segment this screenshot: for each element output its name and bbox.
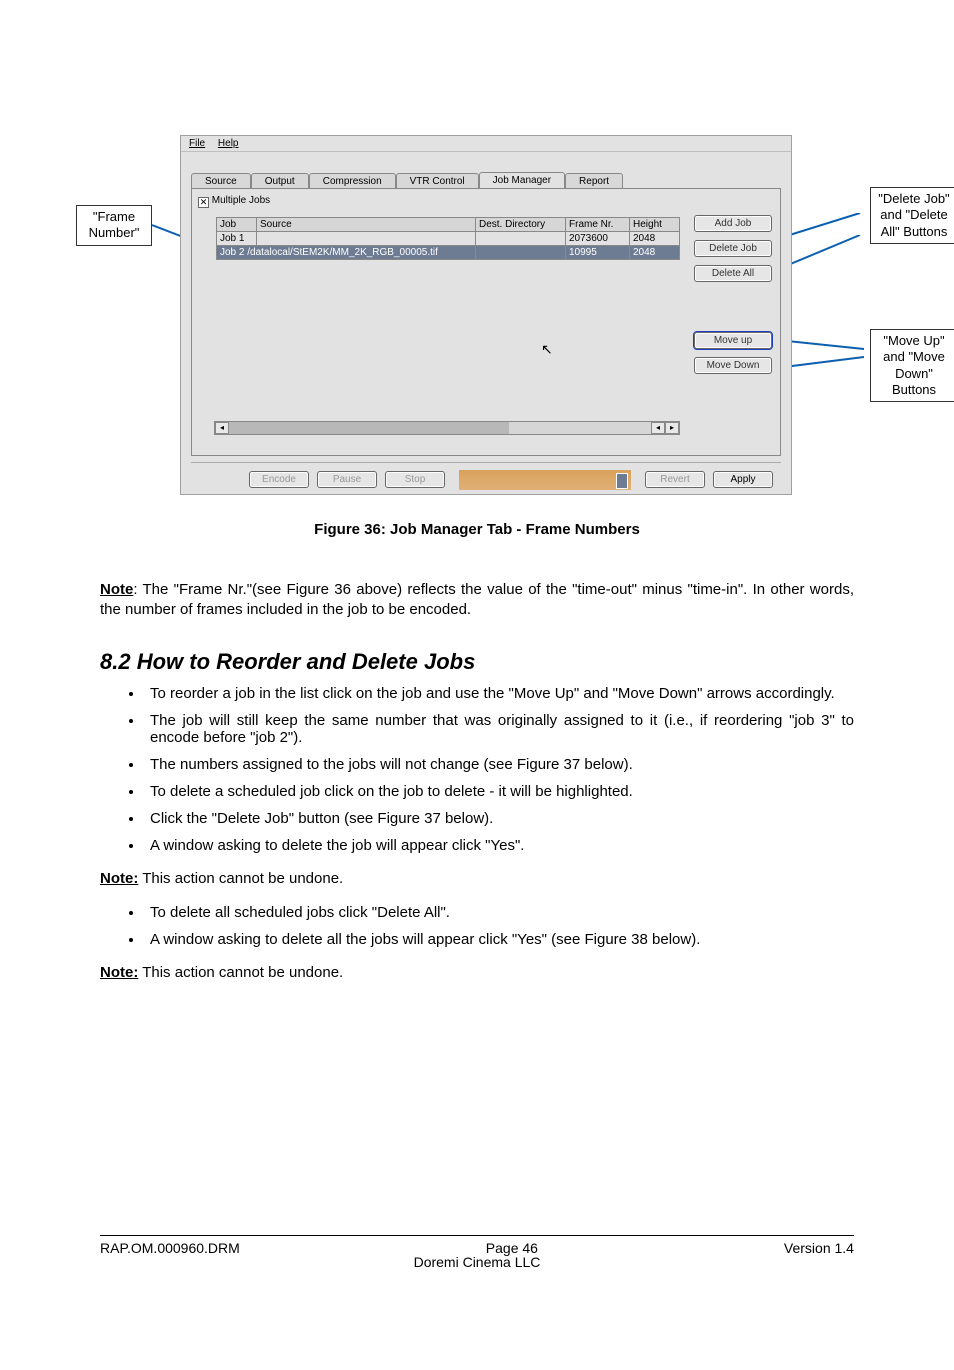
note-label: Note: <box>100 964 138 981</box>
delete-job-button[interactable]: Delete Job <box>694 240 772 257</box>
cell-frame: 10995 <box>566 246 630 260</box>
tab-bar: Source Output Compression VTR Control Jo… <box>191 172 785 189</box>
note-text: This action cannot be undone. <box>138 870 343 887</box>
table-header-row: Job Source Dest. Directory Frame Nr. Hei… <box>217 218 680 232</box>
job-table[interactable]: Job Source Dest. Directory Frame Nr. Hei… <box>216 217 680 260</box>
col-source[interactable]: Source <box>257 218 476 232</box>
table-row[interactable]: Job 2 /datalocal/StEM2K/MM_2K_RGB_00005.… <box>217 246 680 260</box>
section-heading: 8.2 How to Reorder and Delete Jobs <box>100 649 854 675</box>
scroll-right-icon[interactable]: ▸ <box>665 422 679 434</box>
move-down-button[interactable]: Move Down <box>694 357 772 374</box>
bullet-list-2: To delete all scheduled jobs click "Dele… <box>144 904 854 948</box>
col-dest[interactable]: Dest. Directory <box>476 218 566 232</box>
note-label: Note: <box>100 870 138 887</box>
menu-file[interactable]: File <box>189 138 205 149</box>
cell-dest <box>476 246 566 260</box>
bottom-bar: Encode Pause Stop Revert Apply <box>191 462 781 490</box>
col-frame-nr[interactable]: Frame Nr. <box>566 218 630 232</box>
callout-frame-number: "Frame Number" <box>76 205 152 246</box>
job-table-wrap: Job Source Dest. Directory Frame Nr. Hei… <box>216 217 680 427</box>
callout-delete-buttons: "Delete Job" and "Delete All" Buttons <box>870 187 954 244</box>
footer-company: Doremi Cinema LLC <box>100 1254 854 1270</box>
note-label: Note <box>100 581 133 598</box>
delete-all-button[interactable]: Delete All <box>694 265 772 282</box>
cell-source <box>257 232 476 246</box>
note-text: : The "Frame Nr."(see Figure 36 above) r… <box>100 581 854 618</box>
app-window: File Help Source Output Compression VTR … <box>180 135 792 495</box>
table-row[interactable]: Job 1 2073600 2048 <box>217 232 680 246</box>
note-paragraph-1: Note: The "Frame Nr."(see Figure 36 abov… <box>100 580 854 621</box>
col-job[interactable]: Job <box>217 218 257 232</box>
menu-help[interactable]: Help <box>218 138 239 149</box>
list-item: Click the "Delete Job" button (see Figur… <box>144 810 854 827</box>
cell-job: Job 2 <box>220 247 244 258</box>
figure-36: "Frame Number" "Delete Job" and "Delete … <box>100 135 854 505</box>
cell-dest <box>476 232 566 246</box>
list-item: To reorder a job in the list click on th… <box>144 685 854 702</box>
footer-doc-id: RAP.OM.000960.DRM <box>100 1240 240 1256</box>
revert-button[interactable]: Revert <box>645 471 705 488</box>
footer-version: Version 1.4 <box>784 1240 854 1256</box>
move-up-button[interactable]: Move up <box>694 332 772 349</box>
job-manager-panel: ✕ Multiple Jobs Job Source Dest. Directo… <box>191 188 781 456</box>
stop-button[interactable]: Stop <box>385 471 445 488</box>
cell-frame: 2073600 <box>566 232 630 246</box>
callout-move-buttons: "Move Up" and "Move Down" Buttons <box>870 329 954 402</box>
encode-button[interactable]: Encode <box>249 471 309 488</box>
list-item: To delete all scheduled jobs click "Dele… <box>144 904 854 921</box>
horizontal-scrollbar[interactable]: ◂ ◂ ▸ <box>214 421 680 435</box>
cell-source: /datalocal/StEM2K/MM_2K_RGB_00005.tif <box>247 247 438 258</box>
page-footer: RAP.OM.000960.DRM Page 46 Version 1.4 Do… <box>100 1235 854 1270</box>
list-item: A window asking to delete all the jobs w… <box>144 931 854 948</box>
note-paragraph-2: Note: This action cannot be undone. <box>100 869 854 889</box>
scroll-left2-icon[interactable]: ◂ <box>651 422 665 434</box>
note-paragraph-3: Note: This action cannot be undone. <box>100 963 854 983</box>
cursor-icon: ↖ <box>541 341 553 358</box>
cell-height: 2048 <box>630 232 680 246</box>
add-job-button[interactable]: Add Job <box>694 215 772 232</box>
bullet-list-1: To reorder a job in the list click on th… <box>144 685 854 854</box>
list-item: The numbers assigned to the jobs will no… <box>144 756 854 773</box>
multiple-jobs-label: Multiple Jobs <box>212 195 270 206</box>
menu-bar[interactable]: File Help <box>181 136 791 152</box>
pause-button[interactable]: Pause <box>317 471 377 488</box>
multiple-jobs-checkbox[interactable]: ✕ Multiple Jobs <box>198 195 270 208</box>
col-height[interactable]: Height <box>630 218 680 232</box>
note-text: This action cannot be undone. <box>138 964 343 981</box>
scroll-left-icon[interactable]: ◂ <box>215 422 229 434</box>
figure-caption: Figure 36: Job Manager Tab - Frame Numbe… <box>100 521 854 538</box>
list-item: A window asking to delete the job will a… <box>144 837 854 854</box>
checkbox-icon: ✕ <box>198 197 209 208</box>
scroll-thumb[interactable] <box>229 422 509 434</box>
list-item: The job will still keep the same number … <box>144 712 854 746</box>
cell-height: 2048 <box>630 246 680 260</box>
side-button-group: Add Job Delete Job Delete All Move up Mo… <box>694 215 772 382</box>
apply-button[interactable]: Apply <box>713 471 773 488</box>
progress-bar <box>459 470 631 490</box>
list-item: To delete a scheduled job click on the j… <box>144 783 854 800</box>
cell-job: Job 1 <box>217 232 257 246</box>
tab-job-manager[interactable]: Job Manager <box>479 172 565 189</box>
